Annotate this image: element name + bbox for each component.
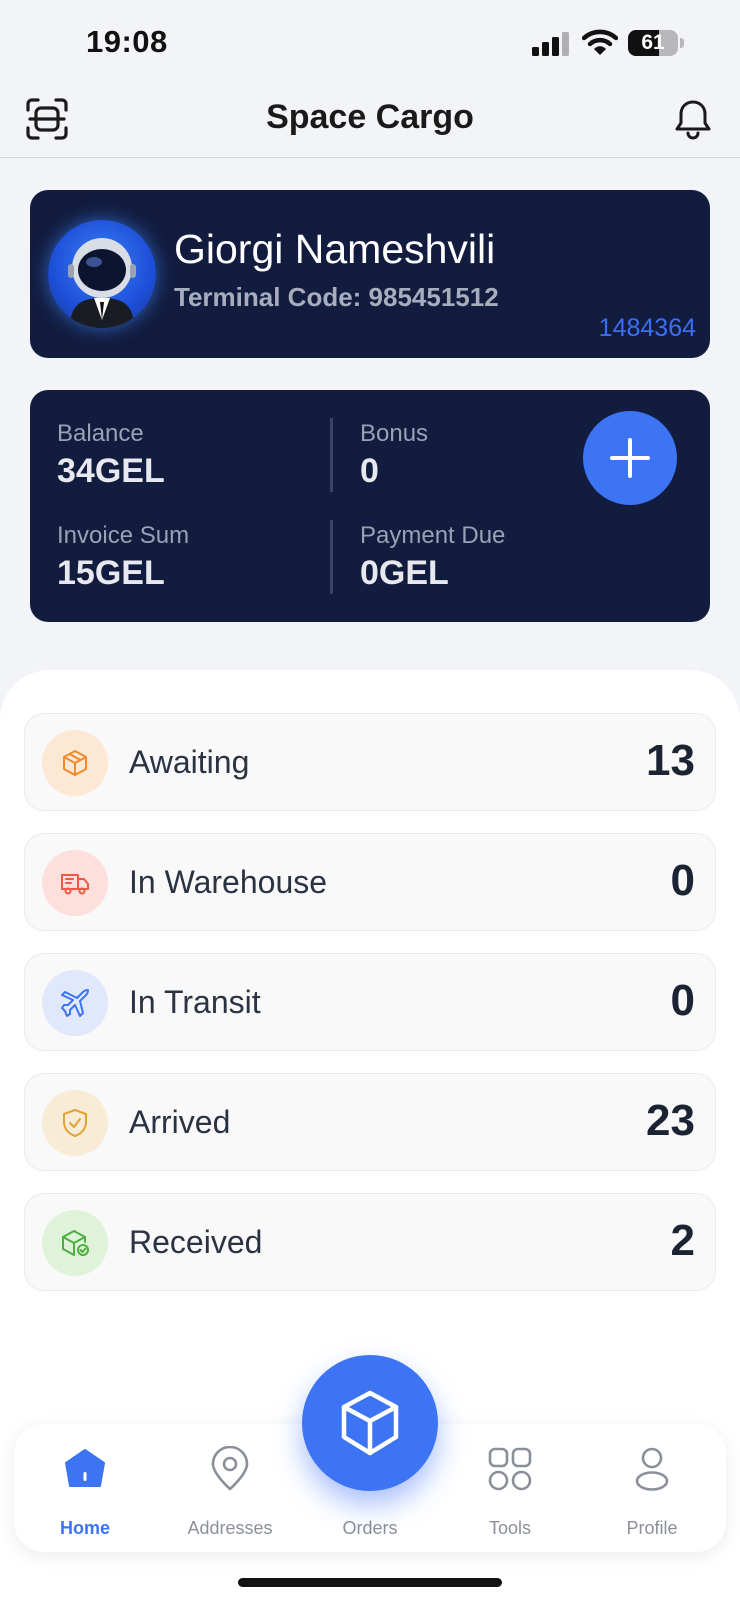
box-check-icon	[62, 1230, 89, 1256]
balance-card: Balance 34GEL Bonus 0 Invoice Sum 15GEL …	[30, 390, 710, 622]
status-icon-badge	[42, 1090, 108, 1156]
nav-label: Home	[59, 1518, 110, 1538]
status-row-in-transit[interactable]: In Transit 0	[24, 953, 716, 1051]
status-row-in-warehouse[interactable]: In Warehouse 0	[24, 833, 716, 931]
invoice-sum-stat: Invoice Sum 15GEL	[57, 522, 189, 593]
status-count: 0	[670, 976, 695, 1025]
page-title: Space Cargo	[266, 98, 474, 136]
status-row-arrived[interactable]: Arrived 23	[24, 1073, 716, 1171]
battery-level: 61	[641, 31, 665, 54]
nav-label: Orders	[342, 1518, 398, 1538]
astronaut-avatar-icon	[68, 238, 136, 328]
cellular-signal-icon	[532, 32, 569, 56]
bonus-stat: Bonus 0	[360, 420, 428, 491]
user-name: Giorgi Nameshvili	[174, 226, 496, 272]
truck-icon	[61, 874, 89, 895]
shield-check-icon	[63, 1109, 87, 1137]
status-icon-badge	[42, 970, 108, 1036]
nav-item-home[interactable]: Home	[14, 1424, 156, 1552]
status-label: Received	[129, 1224, 263, 1260]
grid-icon	[488, 1447, 532, 1491]
payment-due-stat: Payment Due 0GEL	[360, 522, 505, 593]
status-row-awaiting[interactable]: Awaiting 13	[24, 713, 716, 811]
status-label: In Transit	[129, 984, 261, 1020]
map-pin-icon	[211, 1446, 249, 1491]
home-icon	[65, 1449, 105, 1487]
status-icon-badge	[42, 850, 108, 916]
divider	[330, 418, 333, 492]
user-icon	[635, 1447, 669, 1491]
nav-item-tools[interactable]: Tools	[439, 1424, 581, 1552]
wifi-icon	[582, 29, 618, 55]
status-row-received[interactable]: Received 2	[24, 1193, 716, 1291]
status-icon-badge	[42, 730, 108, 796]
invoice-sum-value: 15GEL	[57, 554, 165, 592]
avatar	[48, 220, 156, 328]
battery-icon: 61	[628, 30, 684, 56]
bell-icon	[675, 100, 711, 140]
divider	[330, 520, 333, 594]
nav-label: Addresses	[187, 1518, 273, 1538]
top-up-button[interactable]	[583, 411, 677, 505]
status-count: 2	[670, 1216, 695, 1265]
bonus-value: 0	[360, 452, 379, 490]
orders-button[interactable]	[302, 1355, 438, 1491]
status-count: 23	[646, 1096, 695, 1145]
status-label: In Warehouse	[129, 864, 328, 900]
bonus-label: Bonus	[360, 420, 429, 447]
cube-icon	[341, 1390, 399, 1456]
plane-icon	[61, 989, 89, 1017]
status-bar: 19:08 61	[0, 0, 740, 80]
balance-stat: Balance 34GEL	[57, 420, 165, 491]
box-icon	[63, 750, 87, 776]
client-id[interactable]: 1484364	[599, 314, 696, 343]
payment-due-value: 0GEL	[360, 554, 449, 592]
terminal-code: Terminal Code: 985451512	[174, 282, 499, 312]
status-count: 13	[646, 736, 695, 785]
home-indicator	[238, 1578, 502, 1587]
profile-card[interactable]: Giorgi Nameshvili Terminal Code: 9854515…	[30, 190, 710, 358]
nav-label: Profile	[626, 1518, 678, 1538]
balance-label: Balance	[57, 420, 144, 447]
balance-value: 34GEL	[57, 452, 165, 490]
invoice-sum-label: Invoice Sum	[57, 522, 190, 549]
status-icon-badge	[42, 1210, 108, 1276]
status-count: 0	[670, 856, 695, 905]
notifications-button[interactable]	[670, 96, 716, 142]
app-header: Space Cargo	[0, 84, 740, 158]
payment-due-label: Payment Due	[360, 522, 506, 549]
nav-label: Tools	[488, 1518, 532, 1538]
status-label: Arrived	[129, 1104, 231, 1140]
nav-item-addresses[interactable]: Addresses	[159, 1424, 301, 1552]
clock: 19:08	[86, 24, 168, 59]
nav-item-profile[interactable]: Profile	[581, 1424, 723, 1552]
status-label: Awaiting	[129, 744, 250, 780]
